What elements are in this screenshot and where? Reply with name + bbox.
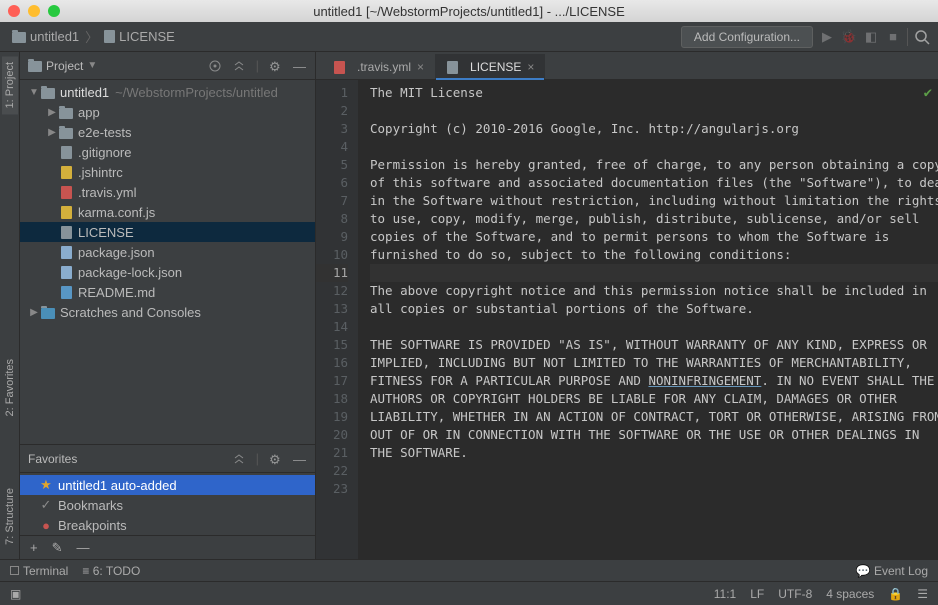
cursor-position[interactable]: 11:1 <box>714 587 736 601</box>
tree-item[interactable]: README.md <box>20 282 315 302</box>
editor-tab[interactable]: LICENSE× <box>435 54 545 79</box>
line-separator[interactable]: LF <box>750 587 764 601</box>
tree-item[interactable]: .travis.yml <box>20 182 315 202</box>
favorites-list[interactable]: ★untitled1 auto-added✓Bookmarks●Breakpoi… <box>20 473 315 535</box>
breadcrumb-item[interactable]: untitled1 <box>8 27 83 46</box>
status-bar: ▣ 11:1 LF UTF-8 4 spaces 🔒 ☰ <box>0 581 938 605</box>
favorites-tool-tab[interactable]: 2: Favorites <box>2 353 18 422</box>
indent-setting[interactable]: 4 spaces <box>826 587 874 601</box>
breadcrumb-item[interactable]: LICENSE <box>100 27 179 46</box>
project-tool-tab[interactable]: 1: Project <box>2 56 18 114</box>
tool-window-quick-access-icon[interactable]: ▣ <box>10 587 21 601</box>
editor[interactable]: 1234567891011121314151617181920212223 Th… <box>316 80 938 559</box>
structure-tool-tab[interactable]: 7: Structure <box>2 482 18 551</box>
event-log-button[interactable]: 💬 Event Log <box>856 564 928 578</box>
window-controls <box>8 5 60 17</box>
minimize-window-button[interactable] <box>28 5 40 17</box>
inspection-lock-icon[interactable]: 🔒 <box>888 587 903 601</box>
tree-item[interactable]: ▼untitled1~/WebstormProjects/untitled <box>20 82 315 102</box>
memory-indicator-icon[interactable]: ☰ <box>917 587 928 601</box>
favorites-item[interactable]: ●Breakpoints <box>20 515 315 535</box>
tree-item[interactable]: ▶e2e-tests <box>20 122 315 142</box>
close-tab-icon[interactable]: × <box>527 60 534 74</box>
window-title: untitled1 [~/WebstormProjects/untitled1]… <box>0 4 938 19</box>
side-panel: Project ▼ | ⚙ — ▼untitled1~/WebstormProj… <box>20 52 316 559</box>
tree-item[interactable]: LICENSE <box>20 222 315 242</box>
editor-content[interactable]: The MIT License Copyright (c) 2010-2016 … <box>358 80 938 559</box>
tree-item[interactable]: ▶Scratches and Consoles <box>20 302 315 322</box>
gear-icon[interactable]: ⚙ <box>269 59 283 73</box>
editor-tab[interactable]: .travis.yml× <box>322 54 435 79</box>
add-favorite-button[interactable]: + <box>30 540 38 555</box>
breadcrumb[interactable]: untitled1 〉 LICENSE <box>8 27 179 46</box>
hide-icon[interactable]: — <box>293 452 307 466</box>
edit-favorite-button[interactable]: ✎ <box>52 540 63 556</box>
tree-item[interactable]: .gitignore <box>20 142 315 162</box>
favorites-footer: + ✎ — <box>20 535 315 559</box>
tree-item[interactable]: karma.conf.js <box>20 202 315 222</box>
navigation-bar: untitled1 〉 LICENSE Add Configuration...… <box>0 22 938 52</box>
project-tool-header: Project ▼ | ⚙ — <box>20 52 315 80</box>
project-tree[interactable]: ▼untitled1~/WebstormProjects/untitled▶ap… <box>20 80 315 444</box>
todo-tool-button[interactable]: ≡ 6: TODO <box>82 564 140 578</box>
editor-tabs: .travis.yml×LICENSE× <box>316 52 938 80</box>
bottom-tool-bar: Terminal ≡ 6: TODO 💬 Event Log <box>0 559 938 581</box>
hide-icon[interactable]: — <box>293 59 307 73</box>
gear-icon[interactable]: ⚙ <box>269 452 283 466</box>
add-configuration-button[interactable]: Add Configuration... <box>681 26 813 48</box>
folder-icon <box>12 32 26 43</box>
left-tool-strip: 1: Project 2: Favorites 7: Structure <box>0 52 20 559</box>
tree-item[interactable]: package.json <box>20 242 315 262</box>
search-icon[interactable] <box>914 29 930 45</box>
collapse-all-icon[interactable] <box>232 59 246 73</box>
terminal-tool-button[interactable]: Terminal <box>10 564 68 578</box>
title-bar: untitled1 [~/WebstormProjects/untitled1]… <box>0 0 938 22</box>
folder-icon <box>28 61 42 72</box>
tree-item[interactable]: .jshintrc <box>20 162 315 182</box>
maximize-window-button[interactable] <box>48 5 60 17</box>
remove-favorite-button[interactable]: — <box>77 540 90 555</box>
inspection-ok-icon[interactable]: ✔ <box>924 84 932 102</box>
favorites-tool-header: Favorites | ⚙ — <box>20 445 315 473</box>
debug-icon[interactable]: 🐞 <box>841 29 857 45</box>
close-tab-icon[interactable]: × <box>417 60 424 74</box>
collapse-all-icon[interactable] <box>232 452 246 466</box>
locate-icon[interactable] <box>208 59 222 73</box>
close-window-button[interactable] <box>8 5 20 17</box>
coverage-icon[interactable]: ◧ <box>863 29 879 45</box>
run-icon[interactable]: ▶ <box>819 29 835 45</box>
tree-item[interactable]: package-lock.json <box>20 262 315 282</box>
favorites-item[interactable]: ★untitled1 auto-added <box>20 475 315 495</box>
line-number-gutter: 1234567891011121314151617181920212223 <box>316 80 358 559</box>
stop-icon[interactable]: ■ <box>885 29 901 45</box>
favorites-tool-title[interactable]: Favorites <box>28 452 77 466</box>
file-icon <box>104 30 115 43</box>
editor-area: .travis.yml×LICENSE× 1234567891011121314… <box>316 52 938 559</box>
breadcrumb-separator: 〉 <box>85 27 98 46</box>
file-encoding[interactable]: UTF-8 <box>778 587 812 601</box>
favorites-item[interactable]: ✓Bookmarks <box>20 495 315 515</box>
tree-item[interactable]: ▶app <box>20 102 315 122</box>
project-tool-title[interactable]: Project ▼ <box>28 59 97 73</box>
